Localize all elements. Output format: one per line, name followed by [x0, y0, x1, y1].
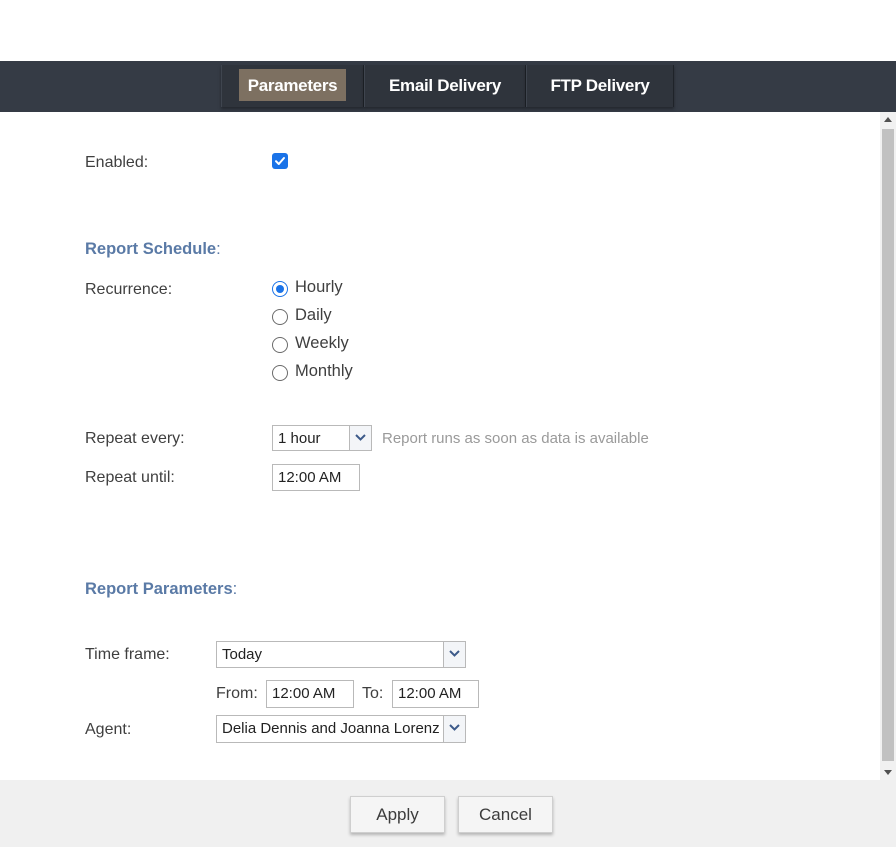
radio-daily-label: Daily: [295, 306, 332, 324]
recurrence-label: Recurrence:: [85, 281, 173, 298]
repeat-every-dropdown-button[interactable]: [349, 426, 371, 450]
radio-weekly-label: Weekly: [295, 334, 349, 352]
agent-dropdown-button[interactable]: [443, 716, 465, 742]
chevron-down-icon: [449, 650, 460, 657]
agent-label: Agent:: [85, 721, 132, 738]
cancel-button[interactable]: Cancel: [458, 796, 553, 833]
apply-button[interactable]: Apply: [350, 796, 445, 833]
radio-monthly-label: Monthly: [295, 362, 353, 380]
recurrence-option-monthly[interactable]: Monthly: [271, 362, 366, 384]
time-frame-dropdown-button[interactable]: [443, 642, 465, 667]
agent-select[interactable]: Delia Dennis and Joanna Lorenz: [216, 715, 466, 743]
dialog-footer: Apply Cancel: [0, 780, 896, 847]
scroll-up-arrow-icon[interactable]: [884, 117, 892, 122]
repeat-every-value: 1 hour: [278, 430, 321, 447]
report-parameters-title: Report Parameters: [85, 580, 233, 598]
tab-bar: Parameters Email Delivery FTP Delivery: [0, 61, 896, 112]
recurrence-option-hourly[interactable]: Hourly: [271, 278, 361, 300]
vertical-scrollbar[interactable]: [880, 112, 896, 780]
chevron-down-icon: [355, 434, 366, 441]
to-time-value: 12:00 AM: [398, 685, 462, 702]
radio-weekly[interactable]: [272, 337, 288, 353]
from-time-value: 12:00 AM: [272, 685, 336, 702]
report-schedule-title: Report Schedule: [85, 240, 217, 258]
tab-ftp-delivery-label: FTP Delivery: [550, 76, 650, 95]
tab-parameters-label: Parameters: [247, 76, 338, 95]
enabled-checkbox[interactable]: [272, 153, 288, 169]
repeat-until-input[interactable]: 12:00 AM: [272, 464, 360, 491]
radio-hourly-label: Hourly: [295, 278, 343, 296]
repeat-every-hint: Report runs as soon as data is available: [382, 430, 649, 447]
checkmark-icon: [275, 157, 285, 165]
scrollbar-thumb[interactable]: [882, 129, 894, 761]
time-frame-select[interactable]: Today: [216, 641, 466, 668]
tab-parameters[interactable]: Parameters: [221, 65, 364, 107]
to-label: To:: [362, 685, 384, 702]
parameters-panel: Enabled: Report Schedule: Recurrence: Ho…: [0, 112, 880, 780]
recurrence-option-daily[interactable]: Daily: [271, 306, 361, 328]
repeat-until-value: 12:00 AM: [278, 469, 342, 486]
scroll-down-arrow-icon[interactable]: [884, 770, 892, 775]
from-label: From:: [216, 685, 258, 702]
chevron-down-icon: [449, 724, 460, 731]
report-parameters-colon: :: [232, 580, 238, 598]
repeat-until-label: Repeat until:: [85, 469, 175, 486]
to-time-input[interactable]: 12:00 AM: [392, 680, 479, 708]
time-frame-label: Time frame:: [85, 646, 170, 663]
radio-monthly[interactable]: [272, 365, 288, 381]
radio-hourly[interactable]: [272, 281, 288, 297]
report-schedule-colon: :: [216, 240, 221, 258]
report-schedule-heading: Report Schedule:: [85, 240, 221, 259]
agent-value: Delia Dennis and Joanna Lorenz: [222, 720, 439, 737]
from-time-input[interactable]: 12:00 AM: [266, 680, 354, 708]
repeat-every-select[interactable]: 1 hour: [272, 425, 372, 451]
recurrence-option-weekly[interactable]: Weekly: [271, 334, 361, 356]
time-frame-value: Today: [222, 646, 263, 663]
enabled-label: Enabled:: [85, 154, 149, 171]
radio-daily[interactable]: [272, 309, 288, 325]
report-parameters-heading: Report Parameters:: [85, 580, 237, 599]
tab-ftp-delivery[interactable]: FTP Delivery: [526, 65, 674, 107]
tab-email-delivery-label: Email Delivery: [388, 76, 502, 95]
repeat-every-label: Repeat every:: [85, 430, 185, 447]
tab-email-delivery[interactable]: Email Delivery: [364, 65, 526, 107]
